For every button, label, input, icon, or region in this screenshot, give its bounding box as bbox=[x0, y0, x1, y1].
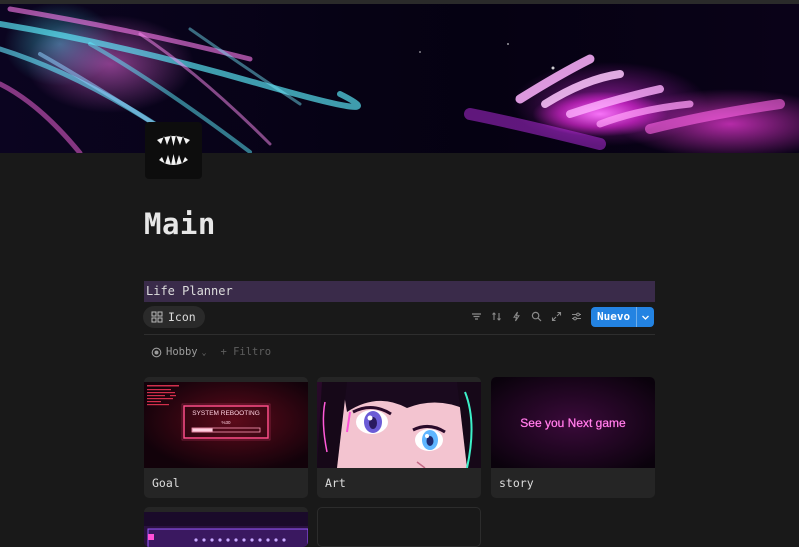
filter-icon[interactable] bbox=[470, 310, 483, 323]
status-circle-icon bbox=[151, 347, 162, 357]
gallery-card[interactable] bbox=[144, 507, 308, 547]
gallery-grid-icon bbox=[151, 311, 163, 323]
page-icon-fangs[interactable] bbox=[145, 122, 202, 179]
cover-image[interactable] bbox=[0, 4, 799, 153]
fangs-icon bbox=[157, 135, 190, 165]
new-button[interactable]: Nuevo bbox=[591, 307, 654, 327]
cover-artwork bbox=[0, 6, 785, 153]
chevron-down-icon[interactable] bbox=[636, 307, 654, 327]
gallery-card-art[interactable]: Art bbox=[317, 377, 481, 498]
search-icon[interactable] bbox=[530, 310, 543, 323]
view-tab-label: Icon bbox=[168, 310, 196, 324]
card-thumb-text: SYSTEM REBOOTING bbox=[192, 410, 260, 417]
card-thumbnail bbox=[144, 512, 308, 547]
card-thumbnail: SYSTEM REBOOTING %30 bbox=[144, 382, 308, 468]
card-thumbnail bbox=[317, 382, 481, 468]
card-title: story bbox=[499, 476, 534, 490]
gallery-card[interactable] bbox=[317, 507, 481, 547]
new-button-label: Nuevo bbox=[597, 310, 631, 323]
filter-chip-label: Hobby bbox=[166, 346, 198, 358]
gallery-card-story[interactable]: See you Next game story bbox=[491, 377, 655, 498]
database-title[interactable]: Life Planner bbox=[144, 281, 655, 302]
card-thumb-percent: %30 bbox=[221, 420, 231, 425]
card-thumb-text: See you Next game bbox=[520, 416, 626, 430]
page-title: Main bbox=[144, 207, 216, 241]
gallery-card-goal[interactable]: SYSTEM REBOOTING %30 Goal bbox=[144, 377, 308, 498]
filter-chip-hobby[interactable]: Hobby ⌄ bbox=[151, 346, 206, 358]
expand-icon[interactable] bbox=[550, 310, 563, 323]
database-toolbar bbox=[470, 310, 583, 323]
chevron-down-icon: ⌄ bbox=[201, 347, 207, 357]
card-thumbnail: See you Next game bbox=[491, 377, 655, 468]
view-tab-icon[interactable]: Icon bbox=[143, 306, 205, 328]
reboot-progress-fill bbox=[192, 428, 213, 432]
card-title: Goal bbox=[152, 476, 180, 490]
toolbar-divider bbox=[144, 334, 655, 335]
settings-sliders-icon[interactable] bbox=[570, 310, 583, 323]
add-filter-button[interactable]: + Filtro bbox=[220, 346, 271, 358]
automation-lightning-icon[interactable] bbox=[510, 310, 523, 323]
card-title: Art bbox=[325, 476, 346, 490]
sort-icon[interactable] bbox=[490, 310, 503, 323]
filter-bar: Hobby ⌄ + Filtro bbox=[151, 346, 271, 358]
